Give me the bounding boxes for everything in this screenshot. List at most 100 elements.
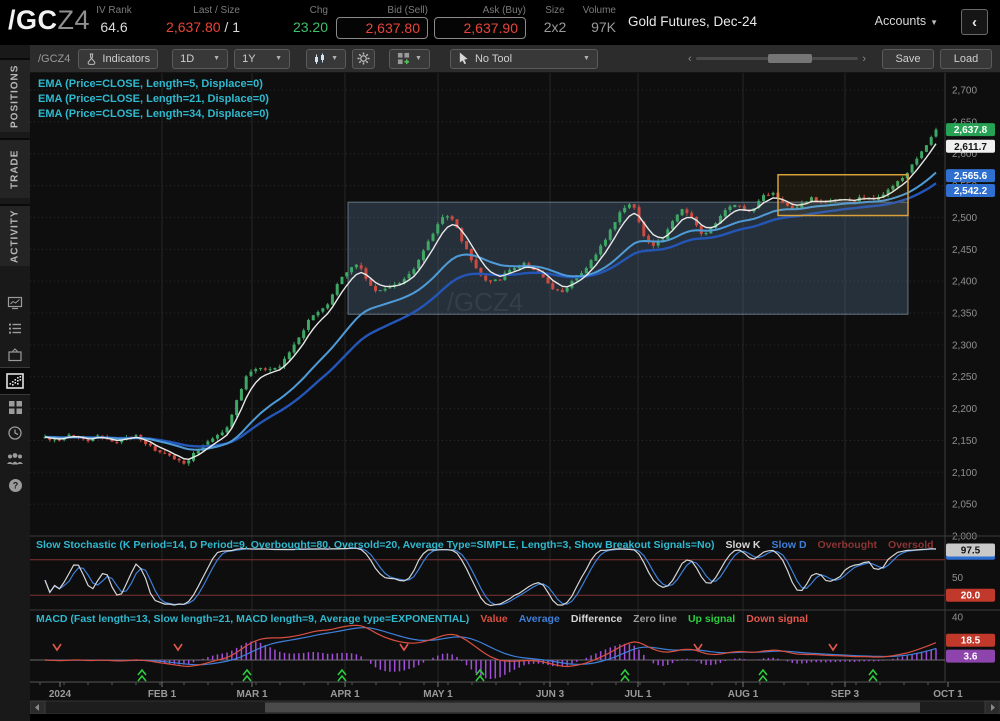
bid-column: Bid (Sell) — [336, 5, 428, 16]
accounts-dropdown[interactable]: Accounts▼ — [875, 14, 938, 28]
svg-text:2,150: 2,150 — [952, 436, 977, 447]
collapse-panel-button[interactable]: ‹ — [961, 9, 988, 35]
load-button[interactable]: Load — [940, 49, 992, 69]
quote-header: /GCZ4 IV Rank 64.6 Last / Size 2,637.80 … — [0, 0, 1000, 45]
iv-rank-value: 64.6 — [86, 19, 142, 35]
stochastic-pane-header: Slow Stochastic (K Period=14, D Period=9… — [36, 539, 941, 551]
grid — [30, 73, 945, 682]
volume-value: 97K — [572, 19, 616, 35]
svg-text:3.6: 3.6 — [964, 652, 978, 663]
legend-item: Zero line — [633, 613, 677, 625]
ask-column: Ask (Buy) — [434, 5, 526, 16]
svg-text:2,300: 2,300 — [952, 340, 977, 351]
trading-platform-window: { "app": { "accounts_label": "Accounts" … — [0, 0, 1000, 721]
legend-item: Average — [519, 613, 560, 625]
news-monitor-icon[interactable] — [0, 290, 30, 316]
scrub-thumb[interactable] — [768, 54, 812, 63]
svg-text:2,565.6: 2,565.6 — [954, 171, 988, 182]
last-size: / 1 — [224, 19, 240, 35]
sidebar-tab-trade[interactable]: TRADE — [0, 138, 30, 198]
legend-item: Difference — [571, 613, 622, 625]
svg-text:18.5: 18.5 — [961, 636, 981, 647]
drawing-tool-dropdown[interactable]: No Tool ▼ — [450, 49, 598, 69]
scrollbar-thumb[interactable] — [265, 703, 920, 713]
left-sidebar: POSITIONS TRADE ACTIVITY ? — [0, 45, 30, 721]
timeframe-dropdown[interactable]: 1D▼ — [172, 49, 228, 69]
scrub-left-icon[interactable]: ‹ — [688, 53, 692, 65]
sidebar-tab-positions[interactable]: POSITIONS — [0, 58, 30, 132]
study-ema5[interactable]: EMA (Price=CLOSE, Length=5, Displace=0) — [38, 78, 269, 90]
sidebar-tab-activity[interactable]: ACTIVITY — [0, 204, 30, 266]
time-axis: 2024FEB 1MAR 1APR 1MAY 1JUN 3JUL 1AUG 1S… — [30, 682, 963, 700]
svg-text:AUG 1: AUG 1 — [728, 689, 759, 700]
svg-text:2,500: 2,500 — [952, 213, 977, 224]
size-value: 2x2 — [536, 19, 574, 35]
chg-label: Chg — [258, 5, 328, 16]
gear-icon — [357, 52, 370, 65]
svg-text:FEB 1: FEB 1 — [148, 689, 177, 700]
price-axis: 2,0002,0502,1002,1502,2002,2502,3002,350… — [952, 86, 977, 543]
macd-study-label[interactable]: MACD (Fast length=13, Slow length=21, MA… — [36, 613, 469, 625]
macd-pane-header: MACD (Fast length=13, Slow length=21, MA… — [36, 613, 941, 625]
svg-text:APR 1: APR 1 — [330, 689, 360, 700]
scrub-track[interactable] — [696, 57, 859, 60]
drawings-over — [778, 175, 908, 216]
range-dropdown[interactable]: 1Y▼ — [234, 49, 290, 69]
chevron-down-icon: ▼ — [331, 55, 338, 62]
chevron-down-icon: ▼ — [583, 55, 590, 62]
svg-text:SEP 3: SEP 3 — [831, 689, 860, 700]
study-ema21[interactable]: EMA (Price=CLOSE, Length=21, Displace=0) — [38, 93, 269, 105]
tv-icon[interactable] — [0, 342, 30, 368]
legend-item: Slow D — [772, 539, 807, 551]
legend-item: Overbought — [818, 539, 878, 551]
save-button[interactable]: Save — [882, 49, 934, 69]
svg-text:20.0: 20.0 — [961, 591, 981, 602]
scrub-right-icon[interactable]: › — [862, 53, 866, 65]
stochastic-study-label[interactable]: Slow Stochastic (K Period=14, D Period=9… — [36, 539, 715, 551]
chevron-left-icon: ‹ — [972, 14, 977, 31]
toolbar-symbol-label: /GCZ4 — [38, 53, 70, 65]
chart-settings-button[interactable] — [352, 49, 375, 69]
svg-text:2,050: 2,050 — [952, 500, 977, 511]
time-scrub-control: ‹ › — [688, 53, 866, 65]
svg-text:2,100: 2,100 — [952, 468, 977, 479]
symbol-title: /GCZ4 — [8, 5, 90, 36]
compare-grid-dropdown[interactable]: ▼ — [389, 49, 430, 69]
ask-button[interactable]: 2,637.90 — [434, 17, 526, 39]
legend-item: Down signal — [746, 613, 808, 625]
chevron-down-icon: ▼ — [213, 55, 220, 62]
studies-legend: EMA (Price=CLOSE, Length=5, Displace=0) … — [38, 78, 269, 123]
legend-item: Oversold — [888, 539, 934, 551]
grid-icon[interactable] — [0, 394, 30, 420]
iv-rank-column: IV Rank 64.6 — [86, 5, 142, 35]
indicators-button[interactable]: Indicators — [78, 49, 158, 69]
chg-value: 23.20 — [258, 19, 328, 35]
svg-text:?: ? — [12, 480, 18, 490]
svg-text:JUN 3: JUN 3 — [536, 689, 565, 700]
bid-button[interactable]: 2,637.80 — [336, 17, 428, 39]
community-icon[interactable] — [0, 446, 30, 472]
iv-rank-label: IV Rank — [86, 5, 142, 16]
legend-item: Value — [480, 613, 507, 625]
save-label: Save — [895, 53, 920, 65]
breakout-box-drawing — [778, 175, 908, 216]
ask-value: 2,637.90 — [464, 20, 519, 36]
size-label: Size — [536, 5, 574, 16]
svg-text:JUL 1: JUL 1 — [624, 689, 651, 700]
volume-label: Volume — [572, 5, 616, 16]
watchlist-icon[interactable] — [0, 316, 30, 342]
help-icon[interactable]: ? — [0, 472, 30, 498]
watermark: /GCZ4 — [447, 287, 524, 317]
svg-text:2,637.8: 2,637.8 — [954, 125, 988, 136]
svg-text:40: 40 — [952, 613, 964, 624]
study-ema34[interactable]: EMA (Price=CLOSE, Length=34, Displace=0) — [38, 108, 269, 120]
chart-style-dropdown[interactable]: ▼ — [306, 49, 346, 69]
last-size-label: Last / Size — [140, 5, 240, 16]
stochastic-pane: 1005097.520.0 — [30, 544, 995, 606]
chart-icon[interactable] — [0, 368, 30, 394]
candlestick-style-icon — [314, 53, 326, 65]
indicators-label: Indicators — [102, 53, 150, 65]
history-clock-icon[interactable] — [0, 420, 30, 446]
symbol-root: /GC — [8, 5, 58, 35]
svg-text:2024: 2024 — [49, 689, 72, 700]
